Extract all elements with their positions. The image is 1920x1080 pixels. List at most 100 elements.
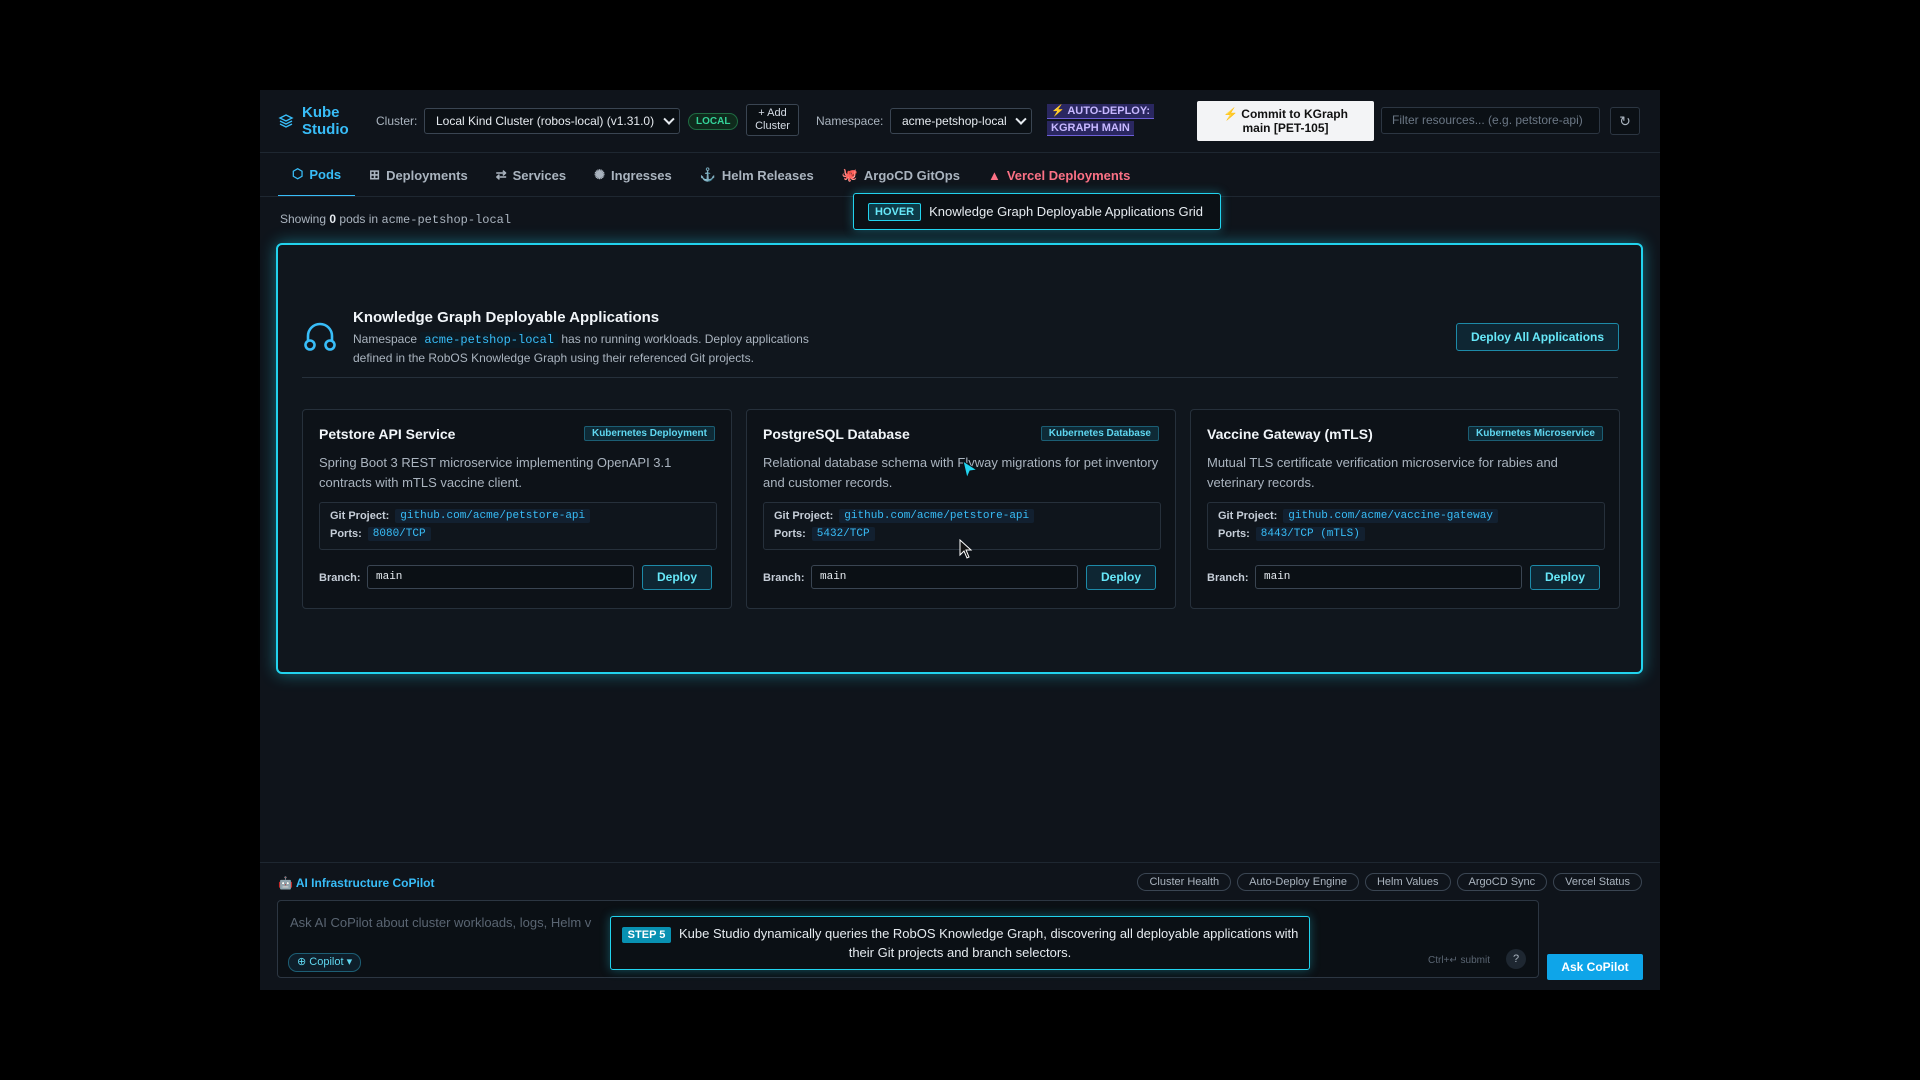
hover-text: Knowledge Graph Deployable Applications … — [929, 204, 1204, 219]
ports-label: Ports: — [1218, 528, 1250, 540]
chip-vercel-status[interactable]: Vercel Status — [1553, 873, 1642, 891]
card-description: Mutual TLS certificate verification micr… — [1207, 455, 1558, 490]
kg-desc-namespace: acme-petshop-local — [420, 332, 558, 348]
chip-cluster-health[interactable]: Cluster Health — [1137, 873, 1232, 891]
branch-input[interactable]: main — [367, 565, 634, 589]
ports-value: 5432/TCP — [811, 527, 875, 541]
chip-argocd-sync[interactable]: ArgoCD Sync — [1456, 873, 1548, 891]
tab-services[interactable]: ⇄ Services — [482, 153, 580, 197]
git-project-value[interactable]: github.com/acme/vaccine-gateway — [1283, 509, 1498, 523]
layers-icon — [278, 114, 294, 128]
app-card-postgresql: PostgreSQL Database Kubernetes Database … — [746, 409, 1176, 609]
git-label: Git Project: — [774, 510, 834, 522]
anchor-icon: ⚓ — [699, 167, 716, 182]
copilot-model-select[interactable]: ⊕ Copilot ▾ — [288, 953, 362, 972]
app-card-petstore-api: Petstore API Service Kubernetes Deployme… — [302, 409, 732, 609]
tab-label: Helm Releases — [721, 167, 814, 183]
ask-copilot-button[interactable]: Ask CoPilot — [1547, 954, 1643, 980]
card-type-badge: Kubernetes Database — [1040, 426, 1159, 441]
mouse-cursor-icon — [959, 539, 973, 559]
kg-description: Namespace acme-petshop-local has no runn… — [353, 330, 833, 367]
commit-kgraph-button[interactable]: ⚡ Commit to KGraph main [PET-105] — [1197, 101, 1374, 141]
card-title: Petstore API Service — [319, 426, 456, 442]
git-project-row: Git Project: github.com/acme/vaccine-gat… — [1218, 509, 1498, 523]
add-cluster-line2: Cluster — [755, 120, 790, 132]
arrows-icon: ⇄ — [495, 167, 507, 182]
ports-row: Ports: 8080/TCP — [330, 527, 431, 541]
chip-auto-deploy-engine[interactable]: Auto-Deploy Engine — [1237, 873, 1359, 891]
tab-helm-releases[interactable]: ⚓ Helm Releases — [686, 153, 828, 197]
tab-argocd-gitops[interactable]: 🐙 ArgoCD GitOps — [828, 153, 974, 197]
kg-divider — [302, 377, 1618, 378]
help-icon[interactable]: ? — [1506, 949, 1526, 969]
resource-tabs: ⬡ Pods ⊞ Deployments ⇄ Services ✺ Ingres… — [278, 153, 1144, 197]
deploy-button[interactable]: Deploy — [642, 565, 712, 590]
git-label: Git Project: — [330, 510, 390, 522]
add-cluster-button[interactable]: + Add Cluster — [746, 104, 799, 136]
logo-line1: Kube — [302, 104, 340, 121]
ports-value: 8080/TCP — [367, 527, 431, 541]
namespace-label: Namespace: — [816, 114, 884, 128]
refresh-button[interactable]: ↻ — [1610, 107, 1640, 135]
tab-vercel-deployments[interactable]: ▲ Vercel Deployments — [974, 153, 1144, 197]
kg-title: Knowledge Graph Deployable Applications — [353, 309, 660, 326]
tab-label: Ingresses — [611, 167, 672, 183]
tab-pods[interactable]: ⬡ Pods — [278, 153, 356, 197]
card-meta: Git Project: github.com/acme/vaccine-gat… — [1207, 502, 1605, 550]
branch-input[interactable]: main — [811, 565, 1078, 589]
chevron-down-icon — [1015, 113, 1027, 125]
deploy-button[interactable]: Deploy — [1530, 565, 1600, 590]
cluster-label: Cluster: — [376, 114, 418, 128]
git-project-value[interactable]: github.com/acme/petstore-api — [839, 509, 1035, 523]
tab-label: Pods — [309, 166, 342, 182]
card-title: PostgreSQL Database — [763, 426, 910, 442]
ports-label: Ports: — [774, 528, 806, 540]
branch-input[interactable]: main — [1255, 565, 1522, 589]
branch-label: Branch: — [1207, 572, 1249, 584]
filter-resources-input[interactable]: Filter resources... (e.g. petstore-api) — [1381, 107, 1600, 134]
hover-tooltip: HOVER Knowledge Graph Deployable Applica… — [853, 193, 1221, 230]
ports-label: Ports: — [330, 528, 362, 540]
copilot-divider — [260, 862, 1660, 863]
git-project-row: Git Project: github.com/acme/petstore-ap… — [774, 509, 1035, 523]
deploy-all-button[interactable]: Deploy All Applications — [1456, 323, 1619, 351]
tab-label: Deployments — [386, 167, 468, 183]
deploy-button[interactable]: Deploy — [1086, 565, 1156, 590]
top-header: Kube Studio Cluster: Local Kind Cluster … — [260, 90, 1660, 153]
git-project-value[interactable]: github.com/acme/petstore-api — [395, 509, 591, 523]
ports-value: 8443/TCP (mTLS) — [1255, 527, 1365, 541]
cluster-select[interactable]: Local Kind Cluster (robos-local) (v1.31.… — [424, 108, 680, 134]
logo-text: Kube Studio — [302, 104, 349, 138]
step-tooltip: STEP 5 Kube Studio dynamically queries t… — [610, 916, 1310, 970]
logo[interactable]: Kube Studio — [278, 104, 349, 138]
pods-count-text: Showing 0 pods in acme-petshop-local — [280, 212, 511, 227]
hover-tag: HOVER — [868, 202, 922, 221]
card-type-badge: Kubernetes Microservice — [1468, 426, 1603, 441]
namespace-select[interactable]: acme-petshop-local — [890, 108, 1032, 134]
commit-line1: ⚡ Commit to KGraph — [1223, 107, 1348, 121]
namespace-select-value: acme-petshop-local — [902, 114, 1007, 128]
tab-ingresses[interactable]: ✺ Ingresses — [580, 153, 686, 197]
step-text: Kube Studio dynamically queries the RobO… — [679, 926, 1299, 960]
tab-label: Services — [512, 167, 567, 183]
chip-helm-values[interactable]: Helm Values — [1364, 873, 1451, 891]
add-cluster-line1: + Add — [758, 107, 787, 119]
copilot-title: 🤖 AI Infrastructure CoPilot — [278, 876, 435, 890]
headset-icon — [304, 322, 336, 351]
tab-label: ArgoCD GitOps — [863, 167, 960, 183]
branch-label: Branch: — [319, 572, 361, 584]
tab-deployments[interactable]: ⊞ Deployments — [355, 153, 482, 197]
grid-icon: ⊞ — [369, 167, 381, 182]
showing-middle: pods in — [339, 212, 379, 226]
tab-label: Vercel Deployments — [1006, 167, 1131, 183]
ports-row: Ports: 5432/TCP — [774, 527, 875, 541]
app-card-vaccine-gateway: Vaccine Gateway (mTLS) Kubernetes Micros… — [1190, 409, 1620, 609]
card-type-badge: Kubernetes Deployment — [583, 426, 715, 441]
cluster-select-value: Local Kind Cluster (robos-local) (v1.31.… — [436, 114, 655, 128]
logo-line2: Studio — [302, 121, 349, 138]
copilot-placeholder: Ask AI CoPilot about cluster workloads, … — [290, 915, 592, 930]
deployable-applications-grid: Knowledge Graph Deployable Applications … — [276, 243, 1643, 674]
auto-deploy-badge[interactable]: ⚡ AUTO-DEPLOY: KGRAPH MAIN — [1047, 103, 1156, 137]
local-badge: LOCAL — [688, 113, 739, 130]
kg-desc-prefix: Namespace — [353, 332, 418, 346]
